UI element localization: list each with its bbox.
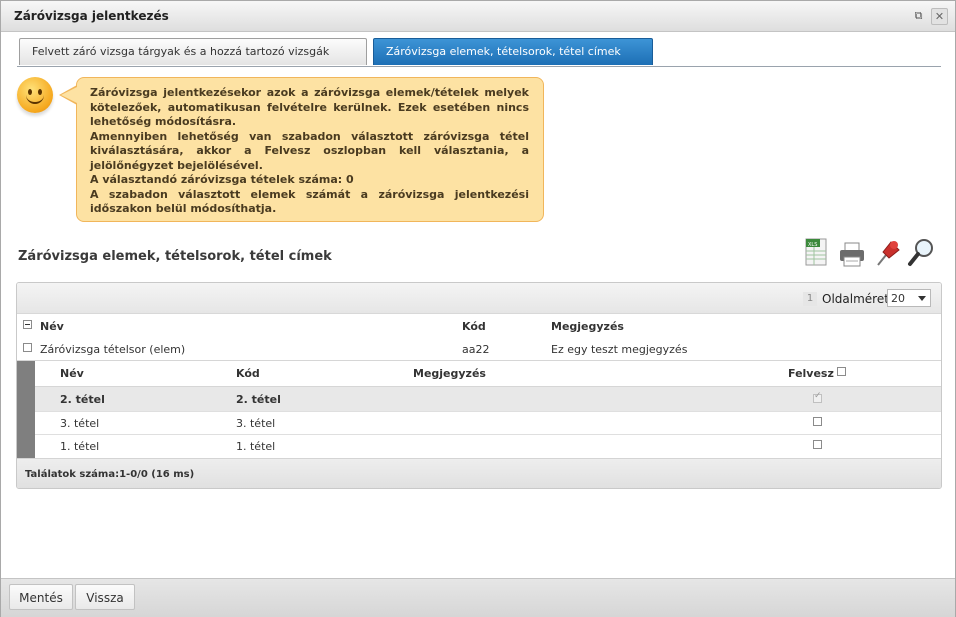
- title-bar: Záróvizsga jelentkezés ⧉ ✕: [1, 1, 955, 32]
- row-checkbox[interactable]: [23, 343, 32, 352]
- column-header-name[interactable]: Név: [40, 320, 64, 333]
- table-row[interactable]: 2. tétel 2. tétel: [35, 387, 941, 412]
- print-icon[interactable]: [838, 237, 866, 269]
- subgrid-header-note[interactable]: Megjegyzés: [413, 367, 486, 380]
- tab-subjects-exams[interactable]: Felvett záró vizsga tárgyak és a hozzá t…: [19, 38, 367, 65]
- grid-toolbar: 1 Oldalméret 20: [17, 283, 941, 314]
- info-bubble-tail-inner: [61, 87, 77, 103]
- page-size-label: Oldalméret: [822, 292, 889, 306]
- chevron-down-icon: [918, 296, 926, 301]
- subgrid-header: Név Kód Megjegyzés Felvesz: [35, 361, 941, 387]
- row-note: Ez egy teszt megjegyzés: [551, 343, 688, 356]
- subrow-name: 1. tétel: [60, 440, 100, 453]
- section-title: Záróvizsga elemek, tételsorok, tétel cím…: [18, 249, 332, 264]
- info-bubble: Záróvizsga jelentkezésekor azok a záróvi…: [76, 77, 544, 222]
- take-checkbox[interactable]: [813, 417, 822, 426]
- subrow-code: 2. tétel: [236, 393, 281, 406]
- dialog-window: Záróvizsga jelentkezés ⧉ ✕ Felvett záró …: [0, 0, 956, 617]
- grid-footer: Találatok száma:1-0/0 (16 ms): [17, 458, 941, 488]
- result-count: Találatok száma:1-0/0 (16 ms): [25, 469, 195, 480]
- save-button[interactable]: Mentés: [9, 584, 73, 610]
- take-checkbox[interactable]: [813, 440, 822, 449]
- subrow-code: 1. tétel: [236, 440, 276, 453]
- column-header-code[interactable]: Kód: [462, 320, 486, 333]
- table-row[interactable]: 3. tétel 3. tétel: [35, 412, 941, 435]
- smiley-icon: [17, 77, 53, 113]
- pin-icon[interactable]: [873, 237, 901, 269]
- subgrid-header-take[interactable]: Felvesz: [788, 367, 834, 380]
- subgrid-header-code[interactable]: Kód: [236, 367, 260, 380]
- search-icon[interactable]: [907, 237, 935, 269]
- svg-text:XLS: XLS: [808, 242, 817, 248]
- close-icon[interactable]: ✕: [931, 8, 948, 25]
- data-grid: 1 Oldalméret 20 Név Kód Megjegyzés Záróv…: [16, 282, 942, 489]
- page-size-select[interactable]: 20: [887, 289, 931, 307]
- subgrid: Név Kód Megjegyzés Felvesz 2. tétel 2. t…: [17, 360, 941, 459]
- page-number[interactable]: 1: [803, 292, 817, 306]
- window-title: Záróvizsga jelentkezés: [14, 9, 169, 23]
- subrow-name: 2. tétel: [60, 393, 105, 406]
- subgrid-indent-bar: [17, 361, 35, 458]
- bottom-bar: Mentés Vissza: [1, 578, 955, 617]
- row-code: aa22: [462, 343, 490, 356]
- subgrid-header-name[interactable]: Név: [60, 367, 84, 380]
- info-line: Záróvizsga jelentkezésekor azok a záróvi…: [90, 86, 529, 128]
- tab-exam-elements[interactable]: Záróvizsga elemek, tételsorok, tétel cím…: [373, 38, 653, 65]
- back-button[interactable]: Vissza: [75, 584, 135, 610]
- info-line: A szabadon választott elemek számát a zá…: [90, 187, 529, 216]
- column-header-note[interactable]: Megjegyzés: [551, 320, 624, 333]
- row-name: Záróvizsga tételsor (elem): [40, 343, 186, 356]
- tab-bar: Felvett záró vizsga tárgyak és a hozzá t…: [17, 38, 941, 67]
- select-all-checkbox[interactable]: [23, 320, 32, 329]
- page-size-value: 20: [891, 292, 905, 305]
- info-line: A választandó záróvizsga tételek száma: …: [90, 173, 354, 186]
- info-line: Amennyiben lehetőség van szabadon válasz…: [90, 129, 529, 172]
- take-checkbox: [813, 391, 822, 403]
- excel-export-icon[interactable]: XLS: [803, 237, 831, 269]
- table-row[interactable]: 1. tétel 1. tétel: [35, 435, 941, 457]
- subrow-code: 3. tétel: [236, 417, 276, 430]
- subrow-name: 3. tétel: [60, 417, 100, 430]
- maximize-icon[interactable]: ⧉: [911, 8, 926, 23]
- take-all-checkbox[interactable]: [837, 367, 846, 376]
